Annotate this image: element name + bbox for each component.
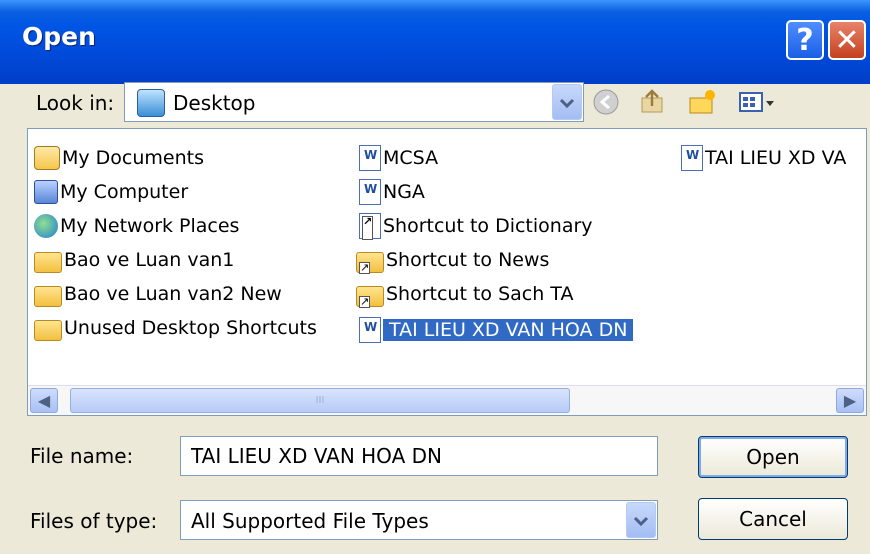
file-type-label: Files of type: bbox=[30, 509, 158, 533]
item-label: My Computer bbox=[60, 181, 189, 203]
word-document-icon bbox=[359, 145, 381, 171]
scroll-thumb[interactable]: III bbox=[70, 388, 570, 413]
list-item[interactable]: NGA bbox=[356, 177, 425, 207]
horizontal-scrollbar[interactable]: ◀ III ▶ bbox=[28, 385, 866, 415]
item-label: Shortcut to News bbox=[386, 249, 550, 271]
view-menu-icon[interactable] bbox=[736, 86, 782, 118]
open-button[interactable]: Open bbox=[698, 436, 848, 478]
file-list[interactable]: My Documents My Computer My Network Plac… bbox=[27, 128, 867, 416]
open-dialog: Open ? ✕ Look in: Desktop My Documents M… bbox=[0, 0, 870, 554]
list-item[interactable]: Bao ve Luan van2 New bbox=[34, 279, 282, 309]
list-item[interactable]: Unused Desktop Shortcuts bbox=[34, 313, 317, 343]
item-label: Bao ve Luan van2 New bbox=[64, 283, 282, 305]
list-item[interactable]: TAI LIEU XD VA bbox=[678, 143, 846, 173]
item-label: Bao ve Luan van1 bbox=[64, 249, 235, 271]
item-label: Shortcut to Dictionary bbox=[383, 215, 593, 237]
back-icon[interactable] bbox=[590, 86, 622, 118]
word-document-icon bbox=[359, 317, 381, 343]
word-document-icon bbox=[359, 179, 381, 205]
look-in-label: Look in: bbox=[36, 91, 115, 115]
window-title: Open bbox=[22, 22, 96, 51]
file-name-label: File name: bbox=[30, 444, 134, 468]
folder-icon bbox=[34, 252, 62, 273]
scroll-left-icon[interactable]: ◀ bbox=[30, 388, 58, 413]
item-label: My Documents bbox=[62, 147, 205, 169]
folder-icon bbox=[34, 320, 62, 341]
item-label: MCSA bbox=[383, 147, 439, 169]
list-item[interactable]: Shortcut to News bbox=[356, 245, 549, 275]
up-folder-icon[interactable] bbox=[636, 86, 668, 118]
network-icon bbox=[34, 214, 58, 238]
item-label: NGA bbox=[383, 181, 425, 203]
word-document-icon bbox=[681, 145, 703, 171]
file-type-value: All Supported File Types bbox=[191, 509, 429, 533]
item-label: Unused Desktop Shortcuts bbox=[64, 317, 317, 339]
item-label: TAI LIEU XD VA bbox=[705, 147, 847, 169]
item-label: My Network Places bbox=[60, 215, 240, 237]
folder-shortcut-icon bbox=[356, 252, 384, 274]
new-folder-icon[interactable] bbox=[686, 86, 718, 118]
list-item[interactable]: My Network Places bbox=[34, 211, 239, 241]
document-shortcut-icon bbox=[359, 213, 381, 240]
help-button[interactable]: ? bbox=[786, 20, 824, 60]
chevron-down-icon[interactable] bbox=[552, 84, 582, 120]
list-item[interactable]: Bao ve Luan van1 bbox=[34, 245, 234, 275]
list-item[interactable]: MCSA bbox=[356, 143, 438, 173]
list-item[interactable]: My Documents bbox=[34, 143, 204, 173]
list-item[interactable]: Shortcut to Sach TA bbox=[356, 279, 573, 309]
title-bar[interactable]: Open ? ✕ bbox=[0, 0, 870, 84]
list-item[interactable]: My Computer bbox=[34, 177, 188, 207]
list-item-selected[interactable]: TAI LIEU XD VAN HOA DN bbox=[356, 315, 634, 345]
close-button[interactable]: ✕ bbox=[828, 20, 866, 60]
cancel-button[interactable]: Cancel bbox=[698, 498, 848, 540]
folder-icon bbox=[34, 286, 62, 307]
folder-shortcut-icon bbox=[356, 286, 384, 308]
look-in-value: Desktop bbox=[173, 91, 256, 115]
item-label: Shortcut to Sach TA bbox=[386, 283, 574, 305]
file-type-dropdown[interactable]: All Supported File Types bbox=[180, 500, 658, 540]
list-item[interactable]: Shortcut to Dictionary bbox=[356, 211, 593, 241]
computer-icon bbox=[34, 180, 58, 204]
documents-folder-icon bbox=[34, 146, 60, 170]
item-label: TAI LIEU XD VAN HOA DN bbox=[383, 319, 634, 341]
scroll-right-icon[interactable]: ▶ bbox=[836, 388, 864, 413]
file-name-input[interactable]: TAI LIEU XD VAN HOA DN bbox=[180, 436, 658, 476]
chevron-down-icon[interactable] bbox=[626, 502, 656, 538]
desktop-icon bbox=[137, 89, 165, 117]
look-in-dropdown[interactable]: Desktop bbox=[124, 82, 584, 122]
